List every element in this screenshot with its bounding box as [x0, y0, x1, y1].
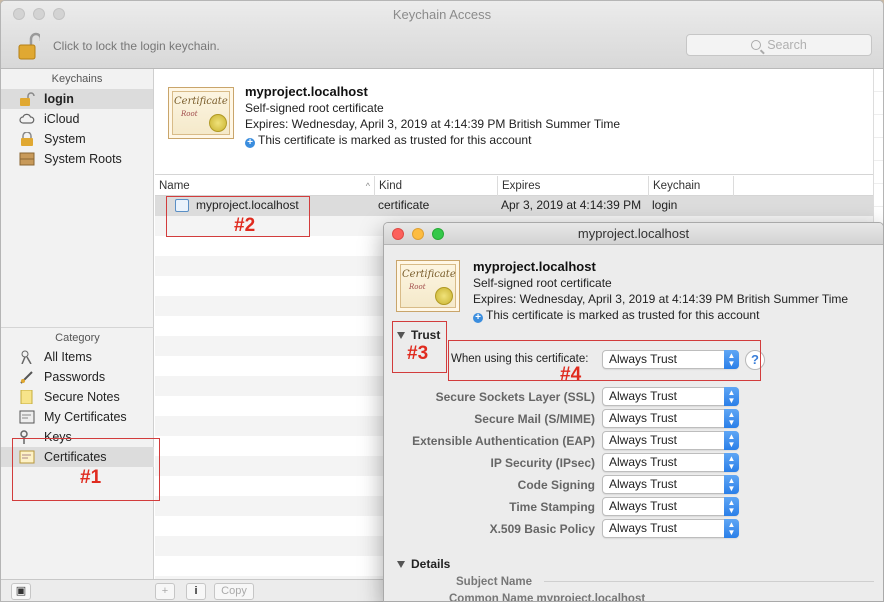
- keychains-header: Keychains: [51, 73, 103, 85]
- policy-label-eap: Extensible Authentication (EAP): [412, 434, 595, 448]
- seal-icon: [209, 114, 227, 132]
- common-name-row: Common Name myproject.localhost: [449, 593, 646, 602]
- annotation-label-3: #3: [407, 343, 429, 364]
- policy-select-eap[interactable]: Always Trust ▲ ▼: [602, 431, 739, 450]
- certificate-image: Certificate Root: [168, 87, 234, 139]
- policy-select-time-stamping[interactable]: Always Trust ▲ ▼: [602, 497, 739, 516]
- info-button[interactable]: i: [186, 583, 206, 600]
- column-header-keychain[interactable]: Keychain: [649, 176, 734, 196]
- pencil-icon: [20, 371, 33, 384]
- table-header: Name ^ Kind Expires Keychain: [155, 176, 883, 196]
- search-icon: [751, 40, 762, 50]
- policy-select-ipsec[interactable]: Always Trust ▲ ▼: [602, 453, 739, 472]
- policy-select-code-signing[interactable]: Always Trust ▲ ▼: [602, 475, 739, 494]
- plus-icon: +: [245, 138, 255, 148]
- subject-name-header: Subject Name: [456, 576, 533, 588]
- annotation-label-4: #4: [560, 364, 582, 385]
- chevron-updown-icon: ▲ ▼: [724, 519, 739, 538]
- dialog-body: Certificate Root myproject.localhost Sel…: [384, 246, 883, 602]
- certificate-trusted-note: + This certificate is marked as trusted f…: [245, 133, 531, 148]
- dialog-close-button[interactable]: [392, 228, 404, 240]
- dialog-zoom-button[interactable]: [432, 228, 444, 240]
- sidebar: Keychains login iCloud System System Roo…: [1, 69, 154, 579]
- policy-select-x509[interactable]: Always Trust ▲ ▼: [602, 519, 739, 538]
- certificate-image: Certificate Root: [396, 260, 460, 312]
- sidebar-item-system-roots[interactable]: System Roots: [1, 149, 153, 169]
- chevron-updown-icon: ▲ ▼: [724, 409, 739, 428]
- annotation-label-1: #1: [80, 467, 102, 488]
- policy-label-time-stamping: Time Stamping: [509, 500, 595, 514]
- show-keychains-button[interactable]: ▣: [11, 583, 31, 600]
- close-button[interactable]: [13, 8, 25, 20]
- chevron-updown-icon: ▲ ▼: [724, 497, 739, 516]
- dialog-title: myproject.localhost: [577, 226, 690, 241]
- lock-open-icon: [20, 92, 35, 106]
- annotation-label-2: #2: [234, 215, 256, 236]
- all-items-icon: [21, 350, 32, 364]
- cloud-icon: [19, 113, 35, 124]
- annotation-box-4: [448, 340, 761, 381]
- lock-open-icon[interactable]: [18, 31, 40, 61]
- chevron-updown-icon: ▲ ▼: [724, 387, 739, 406]
- column-header-name[interactable]: Name ^: [155, 176, 375, 196]
- sidebar-item-secure-notes[interactable]: Secure Notes: [1, 387, 154, 407]
- cabinet-icon: [19, 152, 35, 166]
- copy-button[interactable]: Copy: [214, 583, 254, 600]
- sidebar-item-all-items[interactable]: All Items: [1, 347, 154, 367]
- details-divider: [544, 581, 874, 582]
- column-header-kind[interactable]: Kind: [375, 176, 498, 196]
- sort-up-icon: ^: [365, 181, 370, 191]
- dialog-cert-subtitle: Self-signed root certificate: [473, 276, 612, 290]
- sidebar-item-passwords[interactable]: Passwords: [1, 367, 154, 387]
- sidebar-item-login[interactable]: login: [1, 89, 153, 109]
- certificate-subtitle: Self-signed root certificate: [245, 101, 384, 115]
- disclosure-triangle-icon: [397, 561, 405, 568]
- details-section-toggle[interactable]: Details: [397, 557, 450, 571]
- title-bar: Keychain Access: [1, 1, 883, 29]
- certificate-summary: Certificate Root myproject.localhost Sel…: [155, 69, 883, 175]
- chevron-updown-icon: ▲ ▼: [724, 431, 739, 450]
- sidebar-item-system[interactable]: System: [1, 129, 153, 149]
- minimize-button[interactable]: [33, 8, 45, 20]
- dialog-minimize-button[interactable]: [412, 228, 424, 240]
- policy-label-x509: X.509 Basic Policy: [489, 522, 595, 536]
- chevron-updown-icon: ▲ ▼: [724, 475, 739, 494]
- dialog-cert-expires: Expires: Wednesday, April 3, 2019 at 4:1…: [473, 292, 849, 306]
- window-title: Keychain Access: [392, 7, 492, 22]
- seal-icon: [435, 287, 453, 305]
- certificate-expires: Expires: Wednesday, April 3, 2019 at 4:1…: [245, 117, 621, 131]
- policy-select-smime[interactable]: Always Trust ▲ ▼: [602, 409, 739, 428]
- dialog-title-bar: myproject.localhost: [384, 223, 883, 245]
- plus-icon: +: [473, 313, 483, 323]
- note-icon: [20, 390, 33, 404]
- certificate-detail-window: myproject.localhost Certificate Root myp…: [383, 222, 884, 602]
- policy-label-smime: Secure Mail (S/MIME): [474, 412, 595, 426]
- policy-select-ssl[interactable]: Always Trust ▲ ▼: [602, 387, 739, 406]
- chevron-updown-icon: ▲ ▼: [724, 453, 739, 472]
- lock-hint-text[interactable]: Click to lock the login keychain.: [53, 39, 220, 53]
- dialog-cert-title: myproject.localhost: [473, 259, 596, 274]
- dialog-cert-trusted-note: + This certificate is marked as trusted f…: [473, 308, 759, 323]
- search-input[interactable]: Search: [686, 34, 872, 56]
- policy-label-code-signing: Code Signing: [517, 478, 595, 492]
- sidebar-item-my-certificates[interactable]: My Certificates: [1, 407, 154, 427]
- policy-label-ipsec: IP Security (IPsec): [490, 456, 596, 470]
- zoom-button[interactable]: [53, 8, 65, 20]
- policy-label-ssl: Secure Sockets Layer (SSL): [435, 390, 595, 404]
- certificate-title: myproject.localhost: [245, 84, 368, 99]
- add-button[interactable]: +: [155, 583, 175, 600]
- toolbar: Click to lock the login keychain. Search: [1, 29, 883, 69]
- lock-icon: [21, 132, 33, 146]
- sidebar-item-icloud[interactable]: iCloud: [1, 109, 153, 129]
- category-header: Category: [1, 327, 154, 344]
- my-cert-icon: [19, 410, 35, 424]
- column-header-expires[interactable]: Expires: [498, 176, 649, 196]
